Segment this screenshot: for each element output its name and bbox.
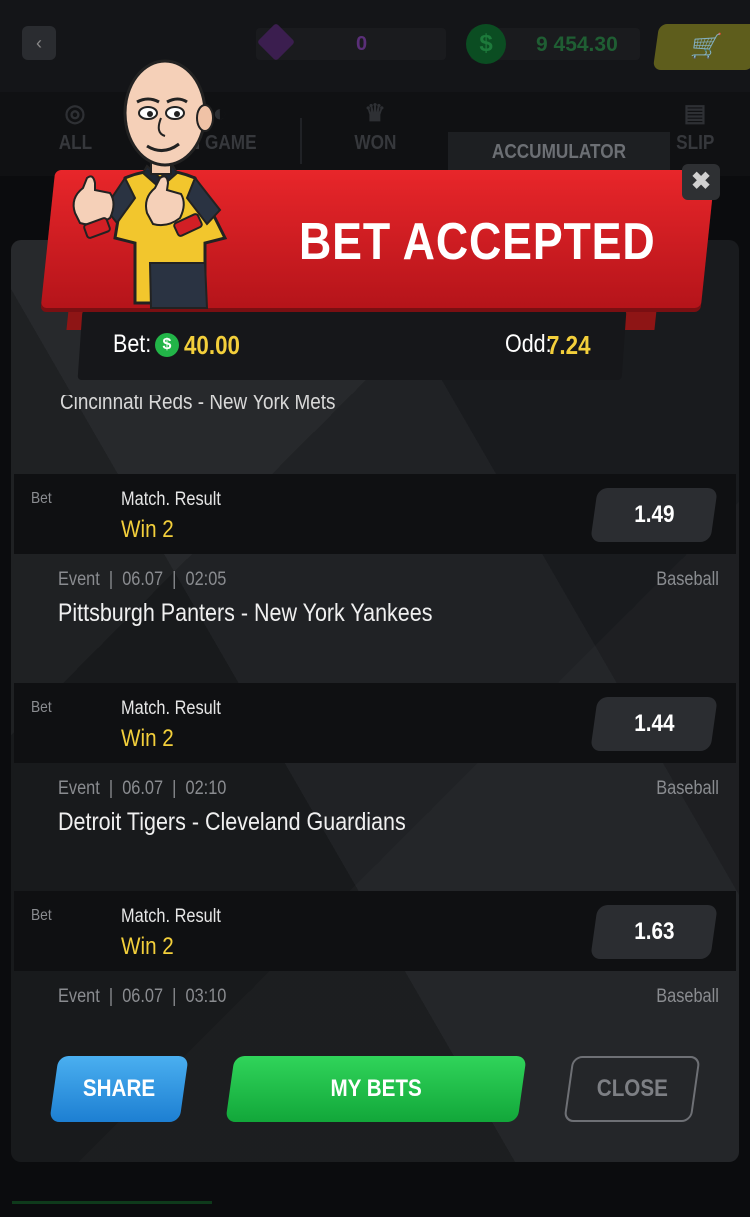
- summary-odd-value: 7.24: [547, 330, 591, 360]
- bet-market: Match. Result: [121, 489, 221, 510]
- event-name: Pittsburgh Panters - New York Yankees: [58, 599, 433, 627]
- bet-pick: Win 2: [121, 725, 174, 752]
- odd-value: 1.49: [633, 501, 675, 528]
- odd-value: 1.44: [633, 710, 675, 737]
- bet-row: Bet Match. Result Win 2 1.44: [14, 683, 736, 763]
- dollar-coin-icon: $: [155, 333, 179, 357]
- bet-label: Bet: [31, 490, 52, 507]
- banner-title: BET ACCEPTED: [299, 213, 656, 271]
- bottom-indicator: [12, 1201, 212, 1204]
- event-sport: Baseball: [656, 569, 719, 590]
- bet-pick: Win 2: [121, 516, 174, 543]
- slip-icon: ▤: [683, 100, 707, 127]
- event-meta: Event | 06.07 | 03:10: [58, 986, 227, 1007]
- bet-row: Bet Match. Result Win 2 1.49: [14, 474, 736, 554]
- event-sport: Baseball: [656, 778, 719, 799]
- bet-pick: Win 2: [121, 933, 174, 960]
- event-meta: Event | 06.07 | 02:05: [58, 569, 227, 590]
- mascot-thumbs-up-illustration: [72, 59, 228, 309]
- bet-label: Bet: [31, 699, 52, 716]
- share-label: SHARE: [82, 1075, 156, 1102]
- event-meta: Event | 06.07 | 02:10: [58, 778, 227, 799]
- summary-bet-label: Bet:: [113, 330, 152, 358]
- bet-label: Bet: [31, 907, 52, 924]
- trophy-icon: ♛: [364, 100, 386, 127]
- event-sport: Baseball: [656, 986, 719, 1007]
- tab-divider: [300, 118, 302, 164]
- summary-odd-label: Odd:: [505, 330, 552, 358]
- event-name: Detroit Tigers - Cleveland Guardians: [58, 808, 406, 836]
- shop-button[interactable]: 🛒: [652, 24, 750, 70]
- bet-market: Match. Result: [121, 698, 221, 719]
- my-bets-label: MY BETS: [330, 1075, 422, 1102]
- gem-balance: 0: [356, 33, 368, 55]
- odd-value: 1.63: [633, 918, 675, 945]
- close-icon: ✖: [690, 168, 712, 195]
- coin-balance: 9 454.30: [536, 33, 618, 56]
- tab-won[interactable]: ♛ WON: [320, 92, 430, 176]
- event-name-partial: Cincinnati Reds - New York Mets: [60, 395, 336, 414]
- bet-market: Match. Result: [121, 906, 221, 927]
- bet-row: Bet Match. Result Win 2 1.63: [14, 891, 736, 971]
- summary-bet-value: 40.00: [184, 330, 240, 360]
- cart-icon: 🛒: [689, 33, 723, 60]
- dollar-coin-icon: $: [466, 24, 506, 64]
- chevron-left-icon: ‹: [36, 33, 42, 53]
- close-label: CLOSE: [596, 1075, 668, 1102]
- back-button[interactable]: ‹: [22, 26, 56, 60]
- banner-close-button[interactable]: ✖: [682, 164, 720, 200]
